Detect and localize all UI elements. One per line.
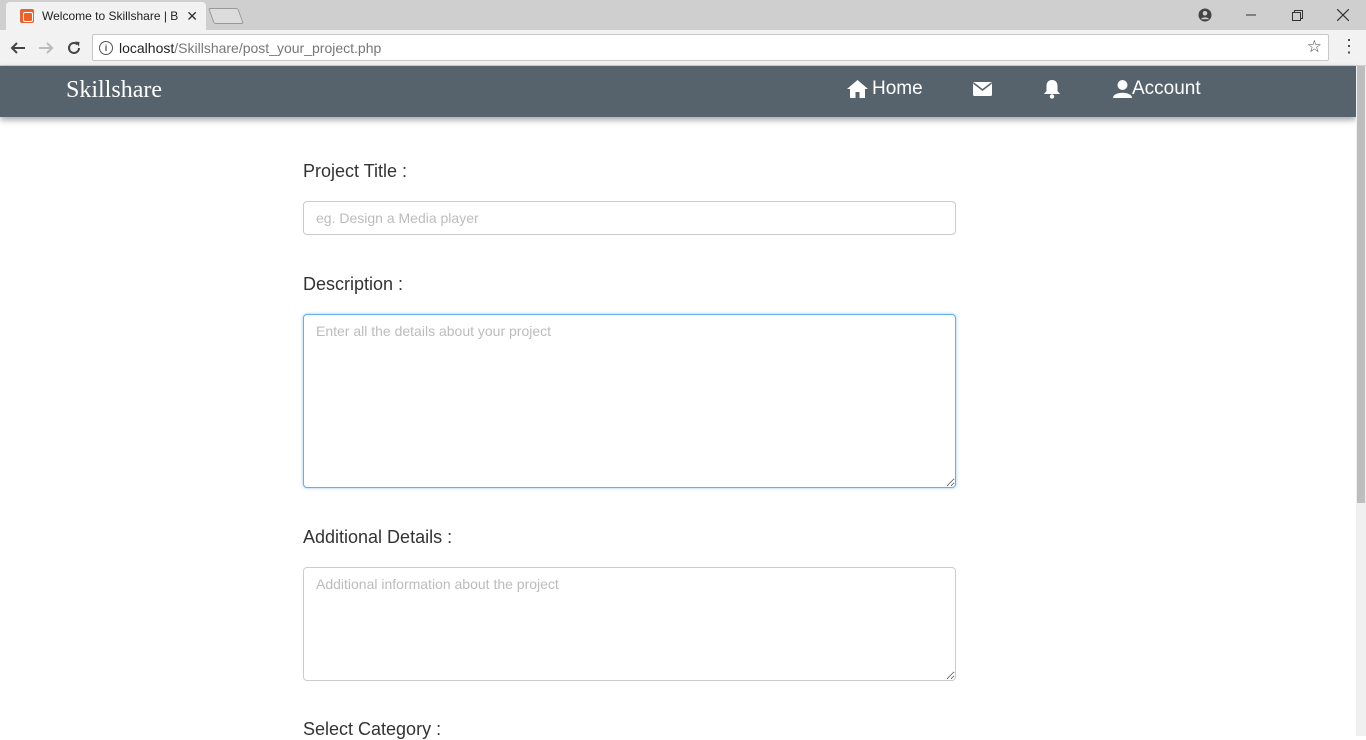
info-icon[interactable]: i [99,40,113,55]
back-icon[interactable] [6,36,30,60]
scrollbar-thumb[interactable] [1357,66,1365,503]
project-title-label: Project Title : [303,161,408,181]
tab-title: Welcome to Skillshare | B [42,9,179,23]
bookmark-star-icon[interactable]: ☆ [1307,37,1322,57]
app-navbar: Skillshare Home Account [0,66,1356,117]
minimize-icon[interactable] [1228,0,1274,30]
nav-notifications[interactable] [1044,80,1060,99]
nav-account[interactable]: Account [1113,78,1201,100]
new-tab-button[interactable] [208,8,244,24]
url-path: /Skillshare/post_your_project.php [174,39,382,56]
envelope-icon [973,82,992,96]
brand-logo[interactable]: Skillshare [66,77,162,104]
additional-details-label: Additional Details : [303,527,453,547]
close-window-icon[interactable] [1320,0,1366,30]
additional-details-textarea[interactable] [303,567,956,681]
nav-account-label: Account [1132,78,1201,99]
select-category-label: Select Category : [303,719,442,739]
profile-icon[interactable] [1182,0,1228,30]
reload-icon[interactable] [62,36,86,60]
bell-icon [1044,80,1060,99]
restore-icon[interactable] [1274,0,1320,30]
url-host: localhost [119,39,175,56]
browser-menu-icon[interactable]: ⋮ [1340,36,1358,57]
nav-home-label: Home [872,78,923,99]
tab-close-icon[interactable]: ✕ [186,8,198,25]
nav-home[interactable]: Home [847,78,923,100]
description-textarea[interactable] [303,314,956,488]
favicon-icon [20,9,34,23]
description-label: Description : [303,274,404,294]
browser-tab[interactable]: Welcome to Skillshare | B ✕ [6,2,206,30]
page-scrollbar[interactable] [1356,66,1366,736]
forward-icon[interactable] [34,36,58,60]
address-bar[interactable]: i localhost /Skillshare/post_your_projec… [92,34,1329,61]
browser-toolbar: i localhost /Skillshare/post_your_projec… [0,30,1366,66]
nav-messages[interactable] [973,82,992,96]
user-icon [1113,80,1132,98]
browser-tab-bar: Welcome to Skillshare | B ✕ [0,0,1366,30]
project-title-input[interactable] [303,201,956,235]
home-icon [847,80,868,98]
